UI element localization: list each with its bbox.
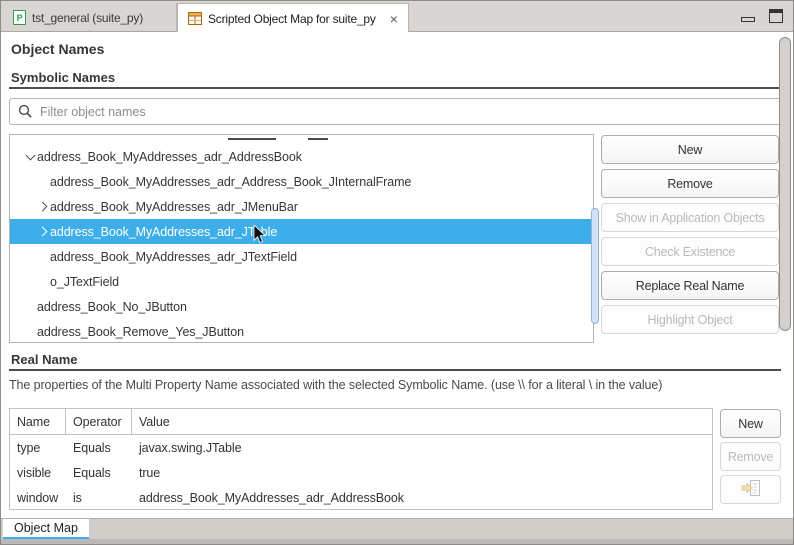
tree-item-label: address_Book_MyAddresses_adr_JTextField <box>50 250 297 264</box>
tree-item-o-jtextfield[interactable]: o_JTextField <box>10 269 593 294</box>
tab-label: Scripted Object Map for suite_py <box>208 12 376 26</box>
tab-tst-general[interactable]: P tst_general (suite_py) <box>3 3 177 32</box>
tree-item-address-book-no-jbutton[interactable]: address_Book_No_JButton <box>10 294 593 319</box>
tree-item-label: address_Book_MyAddresses_adr_JMenuBar <box>50 200 298 214</box>
table-header-row: NameOperatorValue <box>10 409 712 435</box>
table-cell: javax.swing.JTable <box>132 441 712 455</box>
filter-field-wrap <box>9 98 781 125</box>
tree-scrollbar[interactable] <box>591 208 599 324</box>
realname-convert-button[interactable] <box>720 475 781 504</box>
object-map-editor-window: P tst_general (suite_py) Scripted Object… <box>0 0 794 545</box>
tree-item-address-book-myaddresses-adr-jmenubar[interactable]: address_Book_MyAddresses_adr_JMenuBar <box>10 194 593 219</box>
maximize-icon[interactable] <box>769 9 783 23</box>
table-cell: address_Book_MyAddresses_adr_AddressBook <box>132 491 712 505</box>
section-divider <box>9 369 781 371</box>
chevron-placeholder <box>36 269 50 294</box>
python-script-icon: P <box>13 10 26 25</box>
column-header-operator[interactable]: Operator <box>66 409 132 434</box>
tree-item-label: address_Book_MyAddresses_adr_JTable <box>50 225 277 239</box>
column-header-value[interactable]: Value <box>132 409 712 434</box>
symbolic-names-heading: Symbolic Names <box>11 70 115 85</box>
tree-item-address-book-myaddresses-adr-addressbook[interactable]: address_Book_MyAddresses_adr_AddressBook <box>10 144 593 169</box>
arrow-into-document-icon <box>741 480 761 499</box>
realname-new-button[interactable]: New <box>720 409 781 438</box>
tab-label: tst_general (suite_py) <box>32 11 143 25</box>
symbolic-replace-real-name-button[interactable]: Replace Real Name <box>601 271 779 300</box>
symbolic-check-existence-button[interactable]: Check Existence <box>601 237 779 266</box>
tree-item-label: address_Book_MyAddresses_adr_AddressBook <box>37 150 302 164</box>
table-row-type[interactable]: typeEqualsjavax.swing.JTable <box>10 435 712 460</box>
editor-scrollbar[interactable] <box>779 37 791 331</box>
table-row-visible[interactable]: visibleEqualstrue <box>10 460 712 485</box>
tree-item-label: address_Book_No_JButton <box>37 300 187 314</box>
real-name-buttons: New Remove <box>720 409 781 504</box>
clipped-text-fragment <box>308 138 328 140</box>
bottom-tab-bar: Object Map <box>1 518 794 539</box>
tree-item-label: address_Book_MyAddresses_adr_Address_Boo… <box>50 175 411 189</box>
tree-item-label: address_Book_Remove_Yes_JButton <box>37 325 244 339</box>
section-divider <box>9 87 781 89</box>
tree-item-label: o_JTextField <box>50 275 119 289</box>
page-title: Object Names <box>11 41 104 57</box>
object-map-icon <box>188 12 202 25</box>
tree-item-address-book-myaddresses-adr-address-book-jinternalframe[interactable]: address_Book_MyAddresses_adr_Address_Boo… <box>10 169 593 194</box>
table-cell: window <box>10 491 66 505</box>
table-row-window[interactable]: windowisaddress_Book_MyAddresses_adr_Add… <box>10 485 712 510</box>
view-controls <box>741 9 783 23</box>
minimize-icon[interactable] <box>741 17 755 22</box>
chevron-placeholder <box>36 244 50 269</box>
real-name-description: The properties of the Multi Property Nam… <box>9 378 739 392</box>
tree-item-clipped[interactable] <box>10 135 593 144</box>
filter-input[interactable] <box>9 98 781 125</box>
table-cell: Equals <box>66 441 132 455</box>
column-header-name[interactable]: Name <box>10 409 66 434</box>
window-bottom-edge <box>1 539 794 545</box>
chevron-right-icon[interactable] <box>36 219 50 244</box>
table-cell: Equals <box>66 466 132 480</box>
chevron-glyph <box>37 227 47 237</box>
symbolic-new-button[interactable]: New <box>601 135 779 164</box>
chevron-placeholder <box>36 169 50 194</box>
editor-tab-bar: P tst_general (suite_py) Scripted Object… <box>1 1 793 32</box>
tab-scripted-object-map[interactable]: Scripted Object Map for suite_py × <box>177 3 409 33</box>
tab-object-map[interactable]: Object Map <box>3 519 89 539</box>
real-name-table[interactable]: NameOperatorValuetypeEqualsjavax.swing.J… <box>9 408 713 510</box>
chevron-glyph <box>37 202 47 212</box>
object-map-content: Object Names Symbolic Names address_Book… <box>1 32 794 518</box>
chevron-placeholder <box>23 319 37 343</box>
real-name-heading: Real Name <box>11 352 77 367</box>
close-icon[interactable]: × <box>390 12 398 26</box>
table-cell: visible <box>10 466 66 480</box>
chevron-right-icon[interactable] <box>36 194 50 219</box>
chevron-down-icon[interactable] <box>23 144 37 169</box>
chevron-glyph <box>25 150 35 160</box>
chevron-placeholder <box>23 294 37 319</box>
tree-item-address-book-remove-yes-jbutton[interactable]: address_Book_Remove_Yes_JButton <box>10 319 593 343</box>
table-cell: is <box>66 491 132 505</box>
realname-remove-button[interactable]: Remove <box>720 442 781 471</box>
symbolic-names-buttons: New Remove Show in Application Objects Chec… <box>601 135 779 334</box>
symbolic-remove-button[interactable]: Remove <box>601 169 779 198</box>
table-cell: type <box>10 441 66 455</box>
symbolic-names-tree[interactable]: address_Book_MyAddresses_adr_AddressBook… <box>9 134 594 343</box>
symbolic-show-in-application-objects-button[interactable]: Show in Application Objects <box>601 203 779 232</box>
tree-item-address-book-myaddresses-adr-jtable[interactable]: address_Book_MyAddresses_adr_JTable <box>10 219 593 244</box>
table-cell: true <box>132 466 712 480</box>
symbolic-highlight-object-button[interactable]: Highlight Object <box>601 305 779 334</box>
tree-item-address-book-myaddresses-adr-jtextfield[interactable]: address_Book_MyAddresses_adr_JTextField <box>10 244 593 269</box>
clipped-text-fragment <box>228 138 276 140</box>
